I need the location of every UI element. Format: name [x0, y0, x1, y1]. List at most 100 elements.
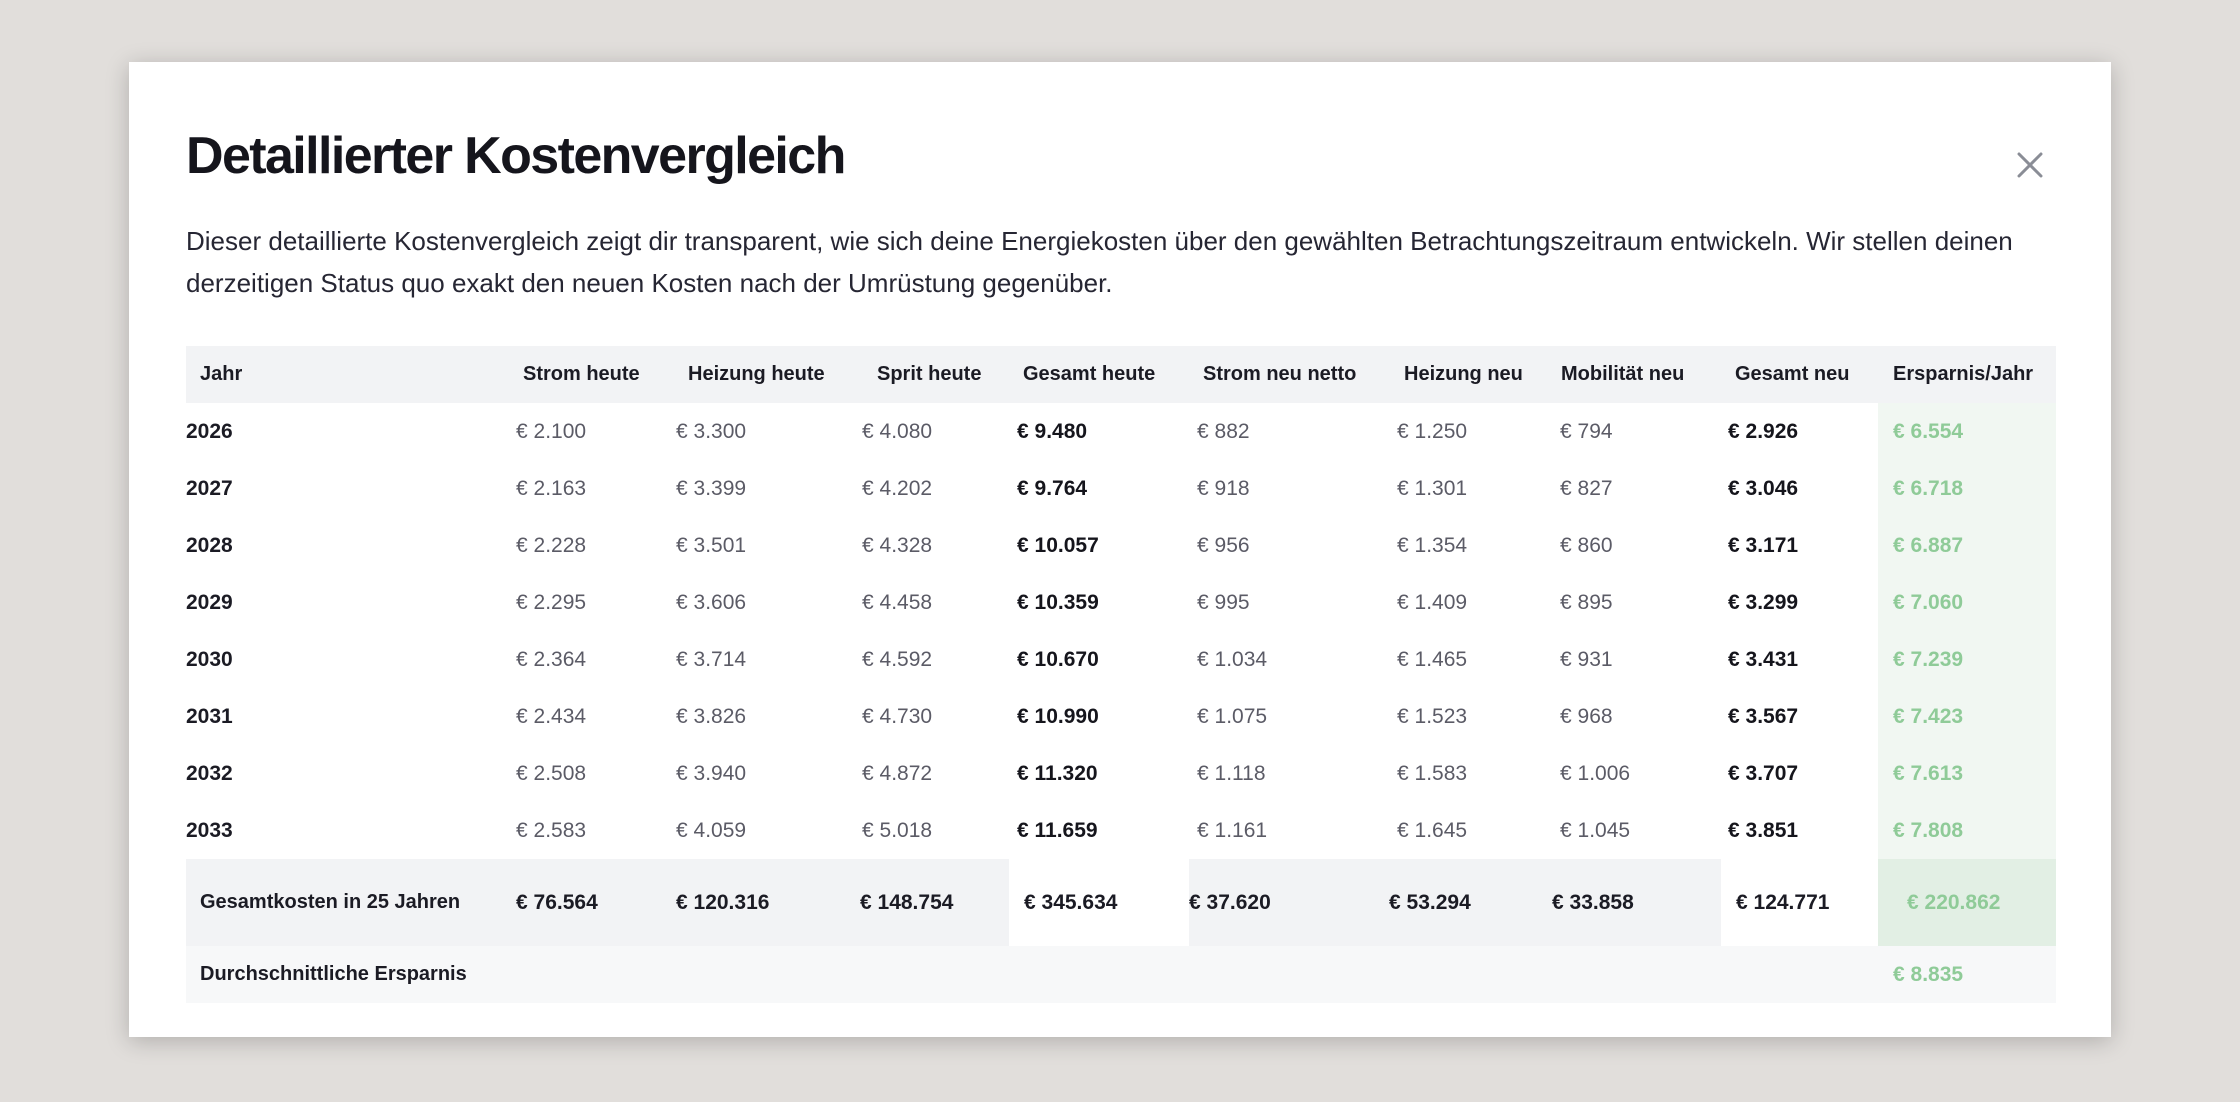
cell-ersparnis-jahr: € 7.239 — [1878, 631, 2056, 688]
cell-year: 2030 — [186, 647, 233, 671]
cell-strom-neu-netto: € 1.075 — [1197, 704, 1268, 728]
total-gesamt-neu: € 124.771 — [1721, 859, 1878, 946]
cell-mobilitaet-neu: € 827 — [1560, 476, 1613, 500]
cell-gesamt-neu: € 3.299 — [1728, 590, 1799, 614]
column-header-strom-heute: Strom heute — [516, 346, 676, 403]
cell-gesamt-neu: € 3.567 — [1728, 704, 1799, 728]
total-row: Gesamtkosten in 25 Jahren € 76.564 € 120… — [186, 859, 2056, 946]
cell-ersparnis-jahr: € 7.060 — [1878, 574, 2056, 631]
total-heizung-neu: € 53.294 — [1389, 859, 1552, 946]
cell-heizung-heute: € 3.940 — [676, 761, 747, 785]
cell-heizung-neu: € 1.465 — [1397, 647, 1468, 671]
column-header-gesamt-neu: Gesamt neu — [1721, 346, 1878, 403]
cell-gesamt-neu: € 3.046 — [1728, 476, 1799, 500]
cell-gesamt-neu: € 3.431 — [1728, 647, 1799, 671]
cell-mobilitaet-neu: € 794 — [1560, 419, 1613, 443]
cell-year: 2027 — [186, 476, 233, 500]
table-row: 2029 € 2.295 € 3.606 € 4.458 € 10.359 € … — [186, 574, 2056, 631]
cell-heizung-heute: € 3.606 — [676, 590, 747, 614]
close-button[interactable] — [2009, 144, 2051, 186]
cell-heizung-neu: € 1.301 — [1397, 476, 1468, 500]
cell-year: 2032 — [186, 761, 233, 785]
cell-strom-heute: € 2.163 — [516, 476, 587, 500]
cell-sprit-heute: € 5.018 — [862, 818, 933, 842]
column-header-ersparnis-jahr: Ersparnis/Jahr — [1878, 346, 2056, 403]
cell-sprit-heute: € 4.872 — [862, 761, 933, 785]
cell-ersparnis-jahr: € 7.423 — [1878, 688, 2056, 745]
cell-sprit-heute: € 4.202 — [862, 476, 933, 500]
cell-strom-neu-netto: € 1.118 — [1197, 761, 1266, 785]
cell-strom-heute: € 2.508 — [516, 761, 587, 785]
cell-heizung-heute: € 3.399 — [676, 476, 747, 500]
cell-mobilitaet-neu: € 1.045 — [1560, 818, 1631, 842]
cell-strom-heute: € 2.100 — [516, 419, 587, 443]
total-sprit-heute: € 148.754 — [860, 859, 1009, 946]
cell-ersparnis-jahr: € 6.887 — [1878, 517, 2056, 574]
table-row: 2027 € 2.163 € 3.399 € 4.202 € 9.764 € 9… — [186, 460, 2056, 517]
cell-heizung-neu: € 1.645 — [1397, 818, 1468, 842]
cell-gesamt-neu: € 3.171 — [1728, 533, 1799, 557]
cell-heizung-neu: € 1.583 — [1397, 761, 1468, 785]
cell-heizung-heute: € 3.826 — [676, 704, 747, 728]
cell-gesamt-heute: € 10.990 — [1017, 704, 1099, 728]
column-header-year: Jahr — [186, 346, 516, 403]
cell-strom-neu-netto: € 995 — [1197, 590, 1250, 614]
column-header-mobilitaet-neu: Mobilität neu — [1552, 346, 1721, 403]
table-row: 2031 € 2.434 € 3.826 € 4.730 € 10.990 € … — [186, 688, 2056, 745]
close-icon — [2017, 152, 2043, 178]
cell-strom-heute: € 2.434 — [516, 704, 587, 728]
cell-mobilitaet-neu: € 895 — [1560, 590, 1613, 614]
cell-mobilitaet-neu: € 860 — [1560, 533, 1613, 557]
cell-sprit-heute: € 4.458 — [862, 590, 933, 614]
cell-year: 2026 — [186, 419, 233, 443]
table-row: 2033 € 2.583 € 4.059 € 5.018 € 11.659 € … — [186, 802, 2056, 859]
modal-title: Detaillierter Kostenvergleich — [186, 127, 846, 185]
cell-strom-heute: € 2.364 — [516, 647, 587, 671]
total-mobilitaet-neu: € 33.858 — [1552, 859, 1721, 946]
cell-heizung-neu: € 1.523 — [1397, 704, 1468, 728]
table-row: 2026 € 2.100 € 3.300 € 4.080 € 9.480 € 8… — [186, 403, 2056, 460]
cell-year: 2031 — [186, 704, 233, 728]
column-header-gesamt-heute: Gesamt heute — [1009, 346, 1189, 403]
cell-strom-neu-netto: € 956 — [1197, 533, 1250, 557]
cell-sprit-heute: € 4.080 — [862, 419, 933, 443]
cell-year: 2033 — [186, 818, 233, 842]
average-ersparnis: € 8.835 — [1878, 946, 2056, 1003]
cell-heizung-neu: € 1.354 — [1397, 533, 1468, 557]
cell-strom-neu-netto: € 1.034 — [1197, 647, 1268, 671]
cell-gesamt-heute: € 10.359 — [1017, 590, 1099, 614]
cell-gesamt-heute: € 9.764 — [1017, 476, 1088, 500]
cell-heizung-heute: € 3.501 — [676, 533, 747, 557]
table-row: 2030 € 2.364 € 3.714 € 4.592 € 10.670 € … — [186, 631, 2056, 688]
cell-mobilitaet-neu: € 1.006 — [1560, 761, 1631, 785]
total-ersparnis: € 220.862 — [1878, 859, 2056, 946]
cell-ersparnis-jahr: € 6.718 — [1878, 460, 2056, 517]
total-gesamt-heute: € 345.634 — [1009, 859, 1189, 946]
total-strom-neu-netto: € 37.620 — [1189, 859, 1389, 946]
cell-gesamt-neu: € 2.926 — [1728, 419, 1799, 443]
cost-table-container[interactable]: Jahr Strom heute Heizung heute Sprit heu… — [186, 346, 2056, 1003]
column-header-sprit-heute: Sprit heute — [860, 346, 1009, 403]
modal-description: Dieser detaillierte Kostenvergleich zeig… — [186, 226, 2013, 298]
cell-gesamt-heute: € 9.480 — [1017, 419, 1088, 443]
average-row: Durchschnittliche Ersparnis € 8.835 — [186, 946, 2056, 1003]
cell-mobilitaet-neu: € 931 — [1560, 647, 1613, 671]
cell-gesamt-heute: € 10.057 — [1017, 533, 1099, 557]
cell-ersparnis-jahr: € 6.554 — [1878, 403, 2056, 460]
cost-comparison-modal: Detaillierter Kostenvergleich Dieser det… — [129, 62, 2111, 1037]
cell-ersparnis-jahr: € 7.613 — [1878, 745, 2056, 802]
column-header-heizung-heute: Heizung heute — [676, 346, 860, 403]
cell-heizung-heute: € 3.300 — [676, 419, 747, 443]
column-header-strom-neu-netto: Strom neu netto — [1189, 346, 1389, 403]
cost-comparison-table: Jahr Strom heute Heizung heute Sprit heu… — [186, 346, 2056, 1003]
cell-gesamt-neu: € 3.707 — [1728, 761, 1799, 785]
cell-sprit-heute: € 4.328 — [862, 533, 933, 557]
total-heizung-heute: € 120.316 — [676, 859, 860, 946]
cell-strom-heute: € 2.228 — [516, 533, 587, 557]
cell-year: 2028 — [186, 533, 233, 557]
cell-strom-heute: € 2.583 — [516, 818, 587, 842]
cell-gesamt-heute: € 10.670 — [1017, 647, 1099, 671]
table-row: 2028 € 2.228 € 3.501 € 4.328 € 10.057 € … — [186, 517, 2056, 574]
cell-strom-neu-netto: € 918 — [1197, 476, 1250, 500]
total-strom-heute: € 76.564 — [516, 859, 676, 946]
